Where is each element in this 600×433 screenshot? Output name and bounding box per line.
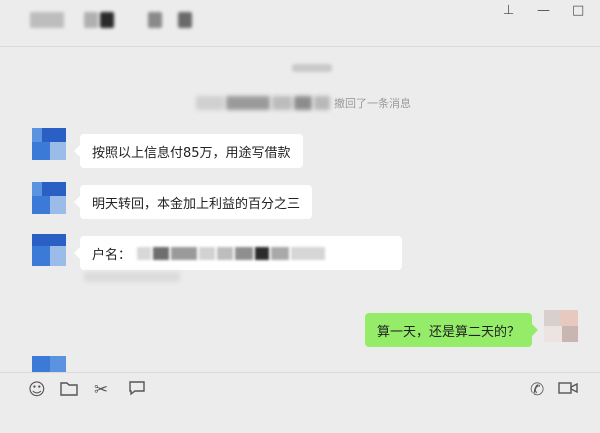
timestamp-blurred (292, 64, 332, 72)
chat-bubble-icon[interactable] (128, 380, 146, 401)
message-bubble[interactable]: 明天转回，本金加上利益的百分之三 (73, 185, 313, 219)
contact-name-blurred (148, 12, 162, 28)
pin-button[interactable]: ⊥ (503, 3, 514, 19)
sender-name-blurred (226, 96, 270, 110)
message-text: 算一天，还是算二天的？ (376, 324, 520, 340)
folder-icon[interactable] (60, 380, 78, 401)
phone-icon[interactable]: ✆ (530, 380, 544, 400)
avatar[interactable] (32, 356, 66, 372)
message-bubble[interactable]: 按照以上信息付85万，用途写借款 (74, 134, 303, 168)
avatar[interactable] (32, 234, 66, 266)
sender-name-blurred (196, 96, 224, 110)
scissors-icon[interactable]: ✂ (94, 380, 108, 400)
contact-name-blurred (30, 12, 64, 28)
account-name-label: 户名： (92, 247, 132, 263)
title-bar: ⊥ — □ (0, 0, 600, 44)
emoji-icon[interactable]: ☺ (28, 380, 46, 400)
sender-name-blurred (272, 96, 292, 110)
minimize-button[interactable]: — (537, 3, 550, 19)
recall-notice: 撤回了一条消息 (196, 92, 411, 114)
sender-name-blurred (314, 96, 330, 110)
message-text: 按照以上信息付85万，用途写借款 (92, 145, 291, 161)
account-name-blurred (135, 246, 326, 260)
message-bubble-self[interactable]: 算一天，还是算二天的？ (364, 313, 539, 347)
contact-name-blurred (100, 12, 114, 28)
contact-name-blurred (178, 12, 192, 28)
contact-name-blurred (84, 12, 98, 28)
message-extra-blurred (84, 272, 180, 282)
sender-name-blurred (294, 96, 312, 110)
input-toolbar: ☺ ✂ ✆ (0, 372, 600, 408)
video-icon[interactable] (558, 380, 578, 401)
avatar-self[interactable] (544, 310, 578, 342)
avatar[interactable] (32, 128, 66, 160)
maximize-button[interactable]: □ (572, 3, 584, 19)
message-bubble[interactable]: 户名： (74, 236, 402, 270)
title-divider (0, 46, 600, 47)
message-text: 明天转回，本金加上利益的百分之三 (92, 196, 301, 212)
recall-notice-text: 撤回了一条消息 (334, 97, 411, 110)
avatar[interactable] (32, 182, 66, 214)
